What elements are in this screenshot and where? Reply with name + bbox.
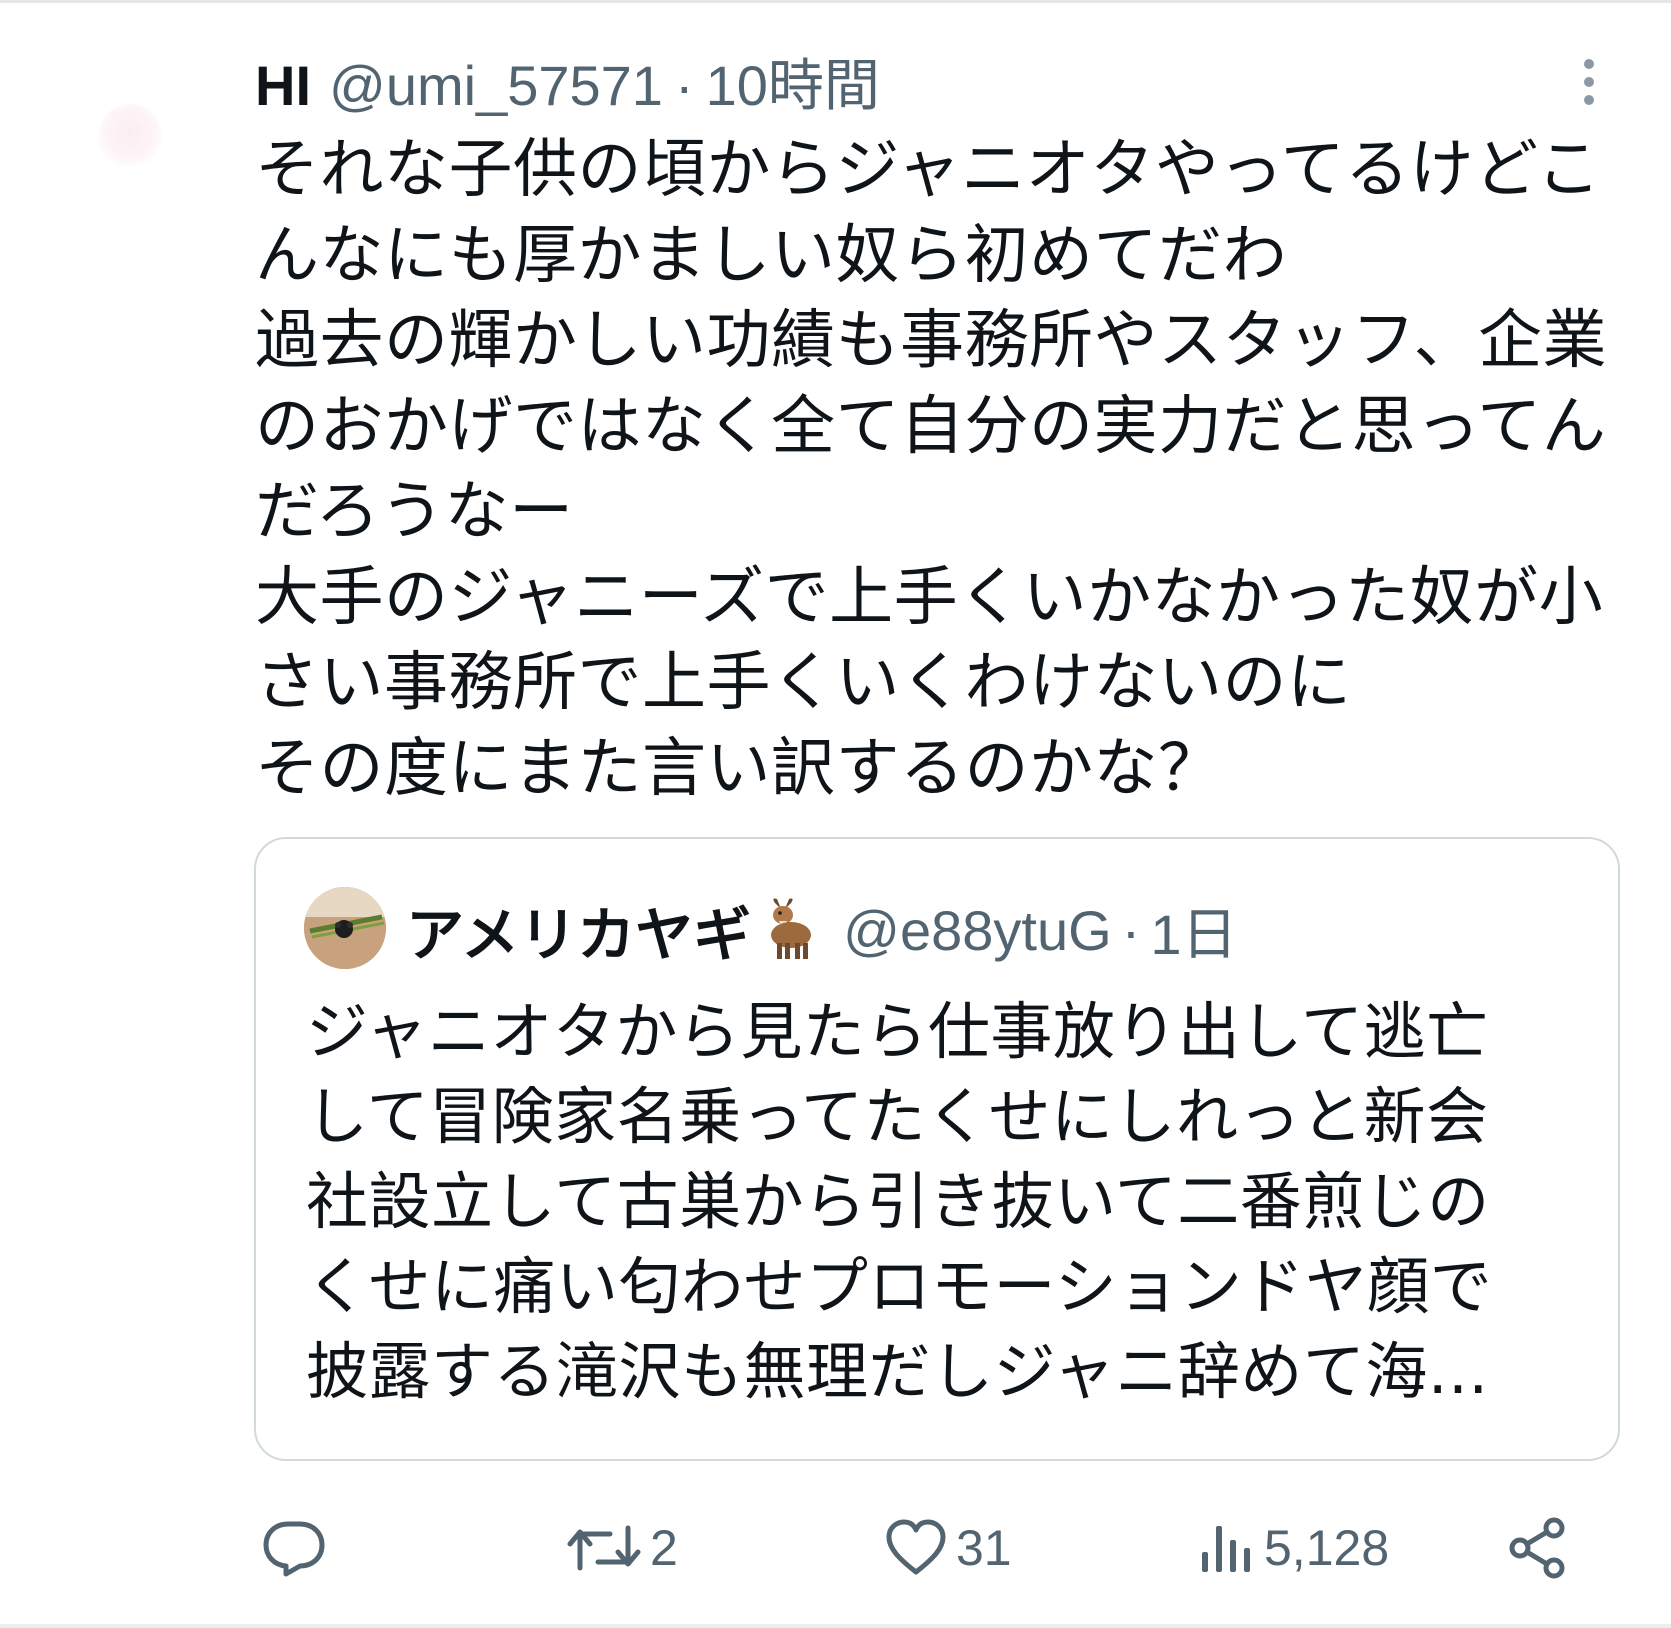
quoted-author-handle: @e88ytuG xyxy=(843,898,1112,962)
quoted-author-display-name: アメリカヤギ xyxy=(406,901,752,969)
author-handle[interactable]: @umi_57571 xyxy=(329,46,663,126)
views-icon xyxy=(1196,1516,1256,1580)
reply-button[interactable] xyxy=(262,1505,326,1591)
views-count: 5,128 xyxy=(1264,1520,1390,1576)
tweet-text: それな子供の頃からジャニオタやってるけどこんなにも厚かましい奴ら初めてだわ 過去… xyxy=(255,133,1607,806)
header-separator: · xyxy=(674,54,694,117)
goat-emoji-icon xyxy=(757,895,817,965)
author-avatar[interactable] xyxy=(98,104,162,168)
tweet-header: HI @umi_57571 · 10時間 xyxy=(255,46,880,126)
retweet-count: 2 xyxy=(650,1520,678,1576)
share-icon xyxy=(1506,1516,1570,1580)
quoted-tweet-card[interactable]: アメリカヤギ @e88ytuG · 1日 ジャニオタから見たら仕事放り出して逃亡… xyxy=(254,837,1620,1461)
top-divider xyxy=(0,0,1671,3)
quoted-author-avatar xyxy=(304,887,386,969)
tweet-action-bar: 2 31 5,128 xyxy=(0,1505,1671,1591)
quoted-tweet-timestamp: 1日 xyxy=(1150,902,1238,966)
bottom-divider xyxy=(0,1624,1671,1628)
share-button[interactable] xyxy=(1506,1505,1570,1591)
quoted-header-separator: · xyxy=(1121,898,1141,962)
more-options-icon[interactable] xyxy=(1572,54,1606,114)
reply-icon xyxy=(262,1516,326,1580)
views-button[interactable]: 5,128 xyxy=(1196,1505,1389,1591)
heart-icon xyxy=(884,1516,948,1580)
quoted-tweet-header: アメリカヤギ @e88ytuG · 1日 xyxy=(406,887,1237,973)
author-display-name[interactable]: HI xyxy=(255,46,311,126)
quoted-tweet-text: ジャニオタから見たら仕事放り出して逃亡して冒険家名乗ってたくせにしれっと新会社設… xyxy=(306,995,1493,1408)
like-button[interactable]: 31 xyxy=(884,1505,1012,1591)
retweet-icon xyxy=(566,1516,642,1580)
like-count: 31 xyxy=(956,1520,1012,1576)
tweet-timestamp[interactable]: 10時間 xyxy=(706,46,880,126)
retweet-button[interactable]: 2 xyxy=(566,1505,678,1591)
